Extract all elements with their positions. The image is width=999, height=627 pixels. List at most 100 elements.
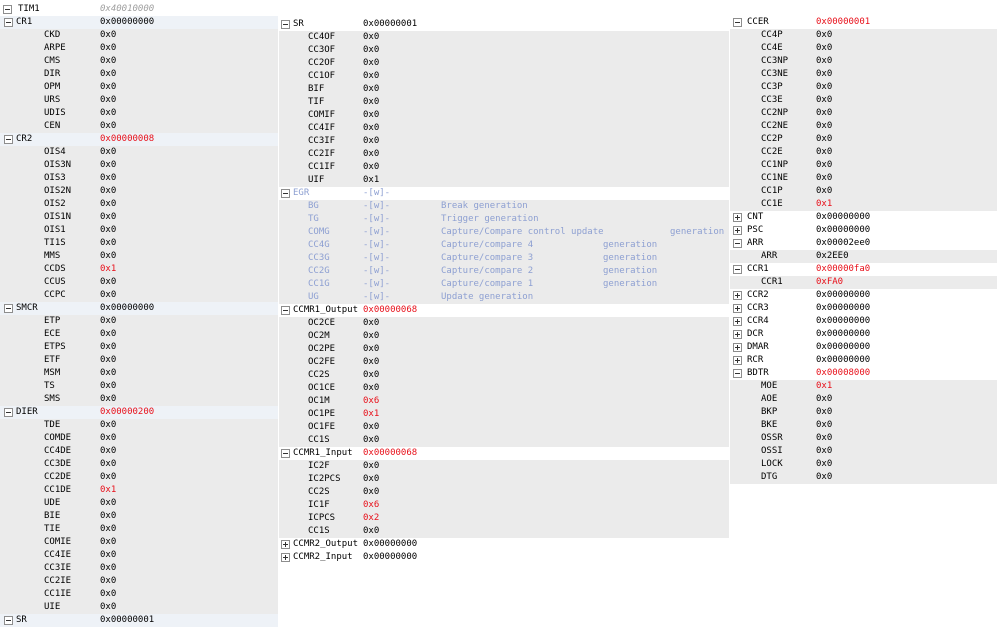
register-value[interactable]: 0x00000000 (816, 289, 870, 302)
field-value[interactable]: 0x0 (100, 289, 116, 302)
field-row-bkp[interactable]: BKP 0x0 (730, 406, 997, 419)
register-value[interactable]: 0x00000200 (100, 406, 154, 419)
field-row-cc4p[interactable]: CC4P 0x0 (730, 29, 997, 42)
field-row-comie[interactable]: COMIE 0x0 (0, 536, 278, 549)
collapse-icon[interactable] (281, 189, 290, 198)
field-row-ois3n[interactable]: OIS3N 0x0 (0, 159, 278, 172)
field-value[interactable]: 0x0 (816, 55, 832, 68)
field-row-dir[interactable]: DIR 0x0 (0, 68, 278, 81)
field-row-etp[interactable]: ETP 0x0 (0, 315, 278, 328)
peripheral-row-tim1[interactable]: TIM1 0x40010000 (0, 3, 278, 16)
register-value[interactable]: -[w]- (363, 187, 390, 200)
field-value[interactable]: 0x0 (816, 29, 832, 42)
field-value[interactable]: 0x0 (100, 276, 116, 289)
register-row-rcr[interactable]: RCR 0x00000000 (730, 354, 997, 367)
field-row-cc2g[interactable]: CC2G -[w]- Capture/compare 2 generation (279, 265, 729, 278)
field-row-oc1pe[interactable]: OC1PE 0x1 (279, 408, 729, 421)
field-value[interactable]: 0x0 (100, 536, 116, 549)
field-value[interactable]: 0x0 (363, 135, 379, 148)
collapse-icon[interactable] (4, 135, 13, 144)
field-value[interactable]: 0x0 (100, 172, 116, 185)
field-value[interactable]: 0x0 (100, 224, 116, 237)
field-value[interactable]: 0x0 (816, 120, 832, 133)
expand-icon[interactable] (733, 226, 742, 235)
field-row-ccds[interactable]: CCDS 0x1 (0, 263, 278, 276)
register-value[interactable]: 0x00008000 (816, 367, 870, 380)
field-row-cen[interactable]: CEN 0x0 (0, 120, 278, 133)
field-value[interactable]: 0x0 (100, 523, 116, 536)
register-row-ccr4[interactable]: CCR4 0x00000000 (730, 315, 997, 328)
field-value[interactable]: 0x6 (363, 395, 379, 408)
field-row-oc2fe[interactable]: OC2FE 0x0 (279, 356, 729, 369)
field-row-ccus[interactable]: CCUS 0x0 (0, 276, 278, 289)
register-row-bdtr[interactable]: BDTR 0x00008000 (730, 367, 997, 380)
collapse-icon[interactable] (281, 306, 290, 315)
field-value[interactable]: 0x0 (100, 471, 116, 484)
field-row-ug[interactable]: UG -[w]- Update generation (279, 291, 729, 304)
field-value[interactable]: 0x0 (100, 432, 116, 445)
field-value[interactable]: 0x1 (363, 408, 379, 421)
field-value[interactable]: 0x0 (100, 94, 116, 107)
register-row-smcr[interactable]: SMCR 0x00000000 (0, 302, 278, 315)
field-value[interactable]: 0x1 (816, 380, 832, 393)
field-row-urs[interactable]: URS 0x0 (0, 94, 278, 107)
field-value[interactable]: 0x0 (363, 343, 379, 356)
field-row-ic2pcs[interactable]: IC2PCS 0x0 (279, 473, 729, 486)
field-value[interactable]: -[w]- (363, 226, 390, 239)
field-value[interactable]: -[w]- (363, 252, 390, 265)
field-value[interactable]: -[w]- (363, 200, 390, 213)
field-row-oc1m[interactable]: OC1M 0x6 (279, 395, 729, 408)
field-row-cc2ne[interactable]: CC2NE 0x0 (730, 120, 997, 133)
field-row-ic1f[interactable]: IC1F 0x6 (279, 499, 729, 512)
register-row-sr[interactable]: SR 0x00000001 (279, 18, 729, 31)
field-row-ude[interactable]: UDE 0x0 (0, 497, 278, 510)
field-row-cc1g[interactable]: CC1G -[w]- Capture/compare 1 generation (279, 278, 729, 291)
field-row-dtg[interactable]: DTG 0x0 (730, 471, 997, 484)
field-value[interactable]: 0x0 (816, 393, 832, 406)
field-value[interactable]: 0x0 (100, 419, 116, 432)
field-value[interactable]: 0x0 (816, 68, 832, 81)
field-value[interactable]: 0x1 (100, 263, 116, 276)
field-value[interactable]: 0x0 (100, 341, 116, 354)
register-row-ccmr1-input[interactable]: CCMR1_Input 0x00000068 (279, 447, 729, 460)
field-row-cc1ie[interactable]: CC1IE 0x0 (0, 588, 278, 601)
field-row-cc3ie[interactable]: CC3IE 0x0 (0, 562, 278, 575)
collapse-icon[interactable] (3, 5, 12, 14)
field-value[interactable]: 0x0 (100, 107, 116, 120)
field-row-mms[interactable]: MMS 0x0 (0, 250, 278, 263)
field-row-oc2pe[interactable]: OC2PE 0x0 (279, 343, 729, 356)
field-row-cc4of[interactable]: CC4OF 0x0 (279, 31, 729, 44)
field-row-cc3of[interactable]: CC3OF 0x0 (279, 44, 729, 57)
field-value[interactable]: 0x1 (363, 174, 379, 187)
field-value[interactable]: 0x0 (100, 159, 116, 172)
field-value[interactable]: 0x0 (816, 159, 832, 172)
field-value[interactable]: 0x0 (363, 486, 379, 499)
field-row-ic2f[interactable]: IC2F 0x0 (279, 460, 729, 473)
field-row-cc1de[interactable]: CC1DE 0x1 (0, 484, 278, 497)
field-row-bg[interactable]: BG -[w]- Break generation (279, 200, 729, 213)
field-value[interactable]: 0x0 (816, 146, 832, 159)
collapse-icon[interactable] (281, 449, 290, 458)
field-row-cc4g[interactable]: CC4G -[w]- Capture/compare 4 generation (279, 239, 729, 252)
field-row-cc3de[interactable]: CC3DE 0x0 (0, 458, 278, 471)
register-value[interactable]: 0x00000000 (816, 341, 870, 354)
register-value[interactable]: 0x00000000 (816, 354, 870, 367)
field-value[interactable]: 0x0 (816, 458, 832, 471)
expand-icon[interactable] (733, 291, 742, 300)
field-value[interactable]: 0xFA0 (816, 276, 843, 289)
field-value[interactable]: 0x0 (100, 211, 116, 224)
collapse-icon[interactable] (733, 265, 742, 274)
register-value[interactable]: 0x00000000 (816, 328, 870, 341)
field-row-cc2if[interactable]: CC2IF 0x0 (279, 148, 729, 161)
field-value[interactable]: 0x0 (363, 122, 379, 135)
field-row-cc1p[interactable]: CC1P 0x0 (730, 185, 997, 198)
field-row-cc2np[interactable]: CC2NP 0x0 (730, 107, 997, 120)
field-row-moe[interactable]: MOE 0x1 (730, 380, 997, 393)
register-row-cnt[interactable]: CNT 0x00000000 (730, 211, 997, 224)
register-row-cr2[interactable]: CR2 0x00000008 (0, 133, 278, 146)
field-row-bke[interactable]: BKE 0x0 (730, 419, 997, 432)
field-value[interactable]: 0x0 (100, 198, 116, 211)
field-row-uie[interactable]: UIE 0x0 (0, 601, 278, 614)
field-row-comif[interactable]: COMIF 0x0 (279, 109, 729, 122)
expand-icon[interactable] (281, 540, 290, 549)
